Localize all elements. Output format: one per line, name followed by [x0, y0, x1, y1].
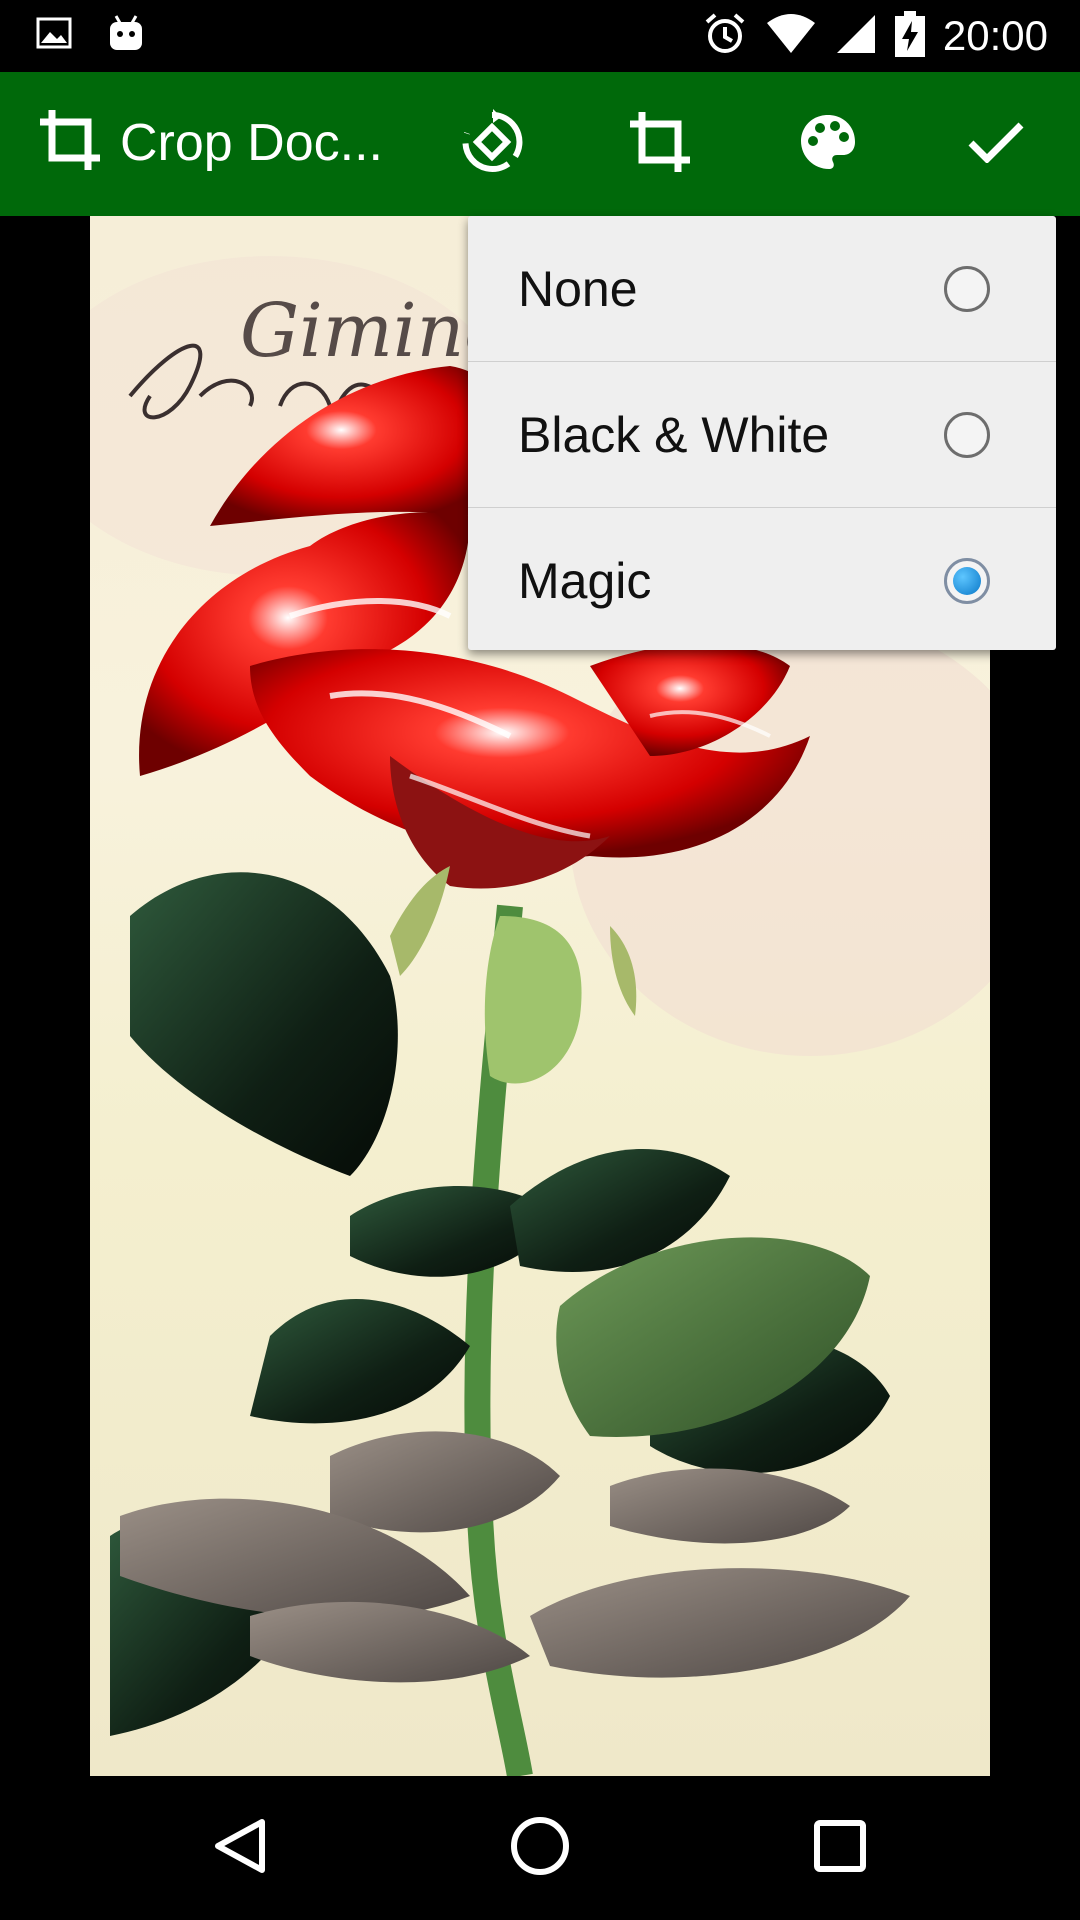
recents-button[interactable] [804, 1812, 876, 1884]
menu-item-black-white[interactable]: Black & White [468, 362, 1056, 508]
filter-menu: None Black & White Magic [468, 216, 1056, 650]
home-button[interactable] [504, 1812, 576, 1884]
navigation-bar [0, 1776, 1080, 1920]
radio-none[interactable] [944, 265, 990, 312]
menu-item-label: Magic [518, 552, 652, 609]
rotate-button[interactable] [456, 108, 528, 180]
status-time: 20:00 [942, 12, 1048, 59]
radio-magic[interactable] [944, 557, 990, 604]
back-button[interactable] [204, 1812, 276, 1884]
menu-item-label: Black & White [518, 406, 830, 463]
status-bar: 20:00 [0, 0, 1080, 72]
menu-item-magic[interactable]: Magic [468, 508, 1056, 653]
check-icon [968, 121, 1024, 168]
palette-icon [799, 113, 857, 176]
battery-charging-icon [894, 10, 925, 62]
color-filter-button[interactable] [792, 108, 864, 180]
image-icon [36, 17, 72, 54]
app-toolbar: Crop Doc... [0, 72, 1080, 216]
recents-icon [812, 1818, 868, 1879]
back-icon [210, 1816, 270, 1881]
rotate-icon [459, 108, 525, 180]
crop-title-icon [38, 108, 102, 177]
signal-icon [835, 13, 877, 60]
alarm-icon [703, 12, 747, 61]
confirm-button[interactable] [960, 108, 1032, 180]
menu-item-none[interactable]: None [468, 216, 1056, 362]
toolbar-title: Crop Doc... [120, 113, 383, 172]
radio-black-white[interactable] [944, 411, 990, 458]
menu-item-label: None [518, 260, 638, 317]
crop-button[interactable] [624, 108, 696, 180]
android-icon [108, 14, 144, 57]
home-icon [509, 1815, 571, 1882]
crop-icon [628, 110, 692, 179]
wifi-icon [765, 13, 817, 60]
toolbar-title-group[interactable]: Crop Doc... [38, 108, 383, 177]
